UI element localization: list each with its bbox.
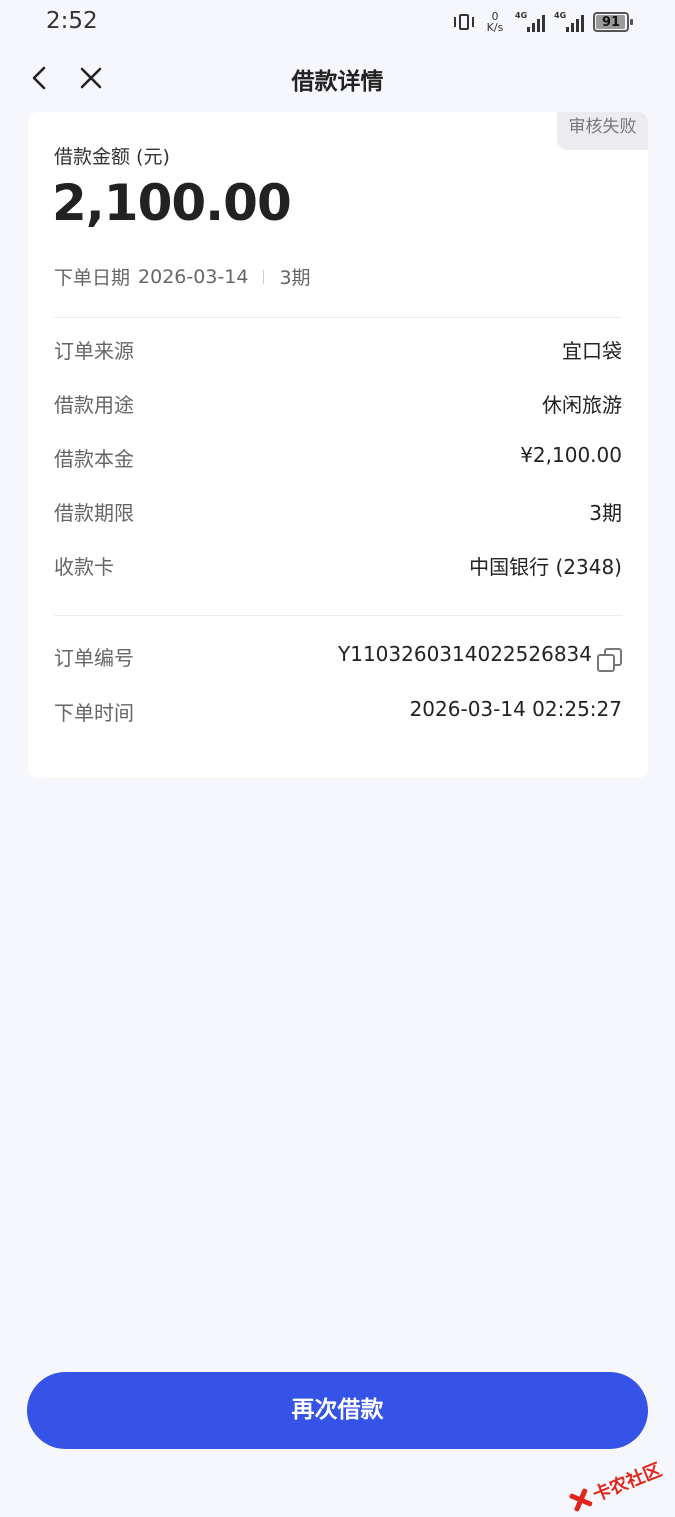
nav-bar: 借款详情 <box>0 50 675 106</box>
detail-value: 中国银行 (2348) <box>469 551 622 580</box>
detail-label: 订单来源 <box>54 335 134 364</box>
signal-type-label: 4G <box>554 12 566 20</box>
detail-label: 收款卡 <box>54 551 114 580</box>
network-speed: 0 K/s <box>484 11 506 33</box>
detail-value: ¥2,100.00 <box>520 443 622 467</box>
order-time-row: 下单时间 2026-03-14 02:25:27 <box>54 697 622 727</box>
borrow-again-button[interactable]: 再次借款 <box>27 1372 648 1449</box>
order-date-label: 下单日期 <box>54 263 130 290</box>
detail-label: 借款本金 <box>54 443 134 472</box>
order-time-label: 下单时间 <box>54 697 134 726</box>
detail-value: 休闲旅游 <box>542 389 622 418</box>
detail-row: 订单来源 宜口袋 <box>54 335 622 365</box>
signal-icon: 4G <box>554 12 584 32</box>
detail-label: 借款用途 <box>54 389 134 418</box>
detail-row: 借款本金 ¥2,100.00 <box>54 443 622 473</box>
signal-icon: 4G <box>515 12 545 32</box>
order-number-row: 订单编号 Y1103260314022526834 <box>54 642 622 672</box>
copy-icon[interactable] <box>596 648 622 672</box>
network-speed-unit: K/s <box>484 22 506 33</box>
status-icons: 0 K/s 4G 4G 91 <box>453 10 629 34</box>
detail-value: 宜口袋 <box>562 335 622 364</box>
amount-label: 借款金额 (元) <box>54 142 170 169</box>
detail-label: 借款期限 <box>54 497 134 526</box>
page-title: 借款详情 <box>0 62 675 96</box>
battery-level: 91 <box>602 15 620 30</box>
order-date: 2026-03-14 <box>138 266 248 288</box>
divider <box>54 317 622 318</box>
divider <box>54 615 622 616</box>
order-meta: 下单日期 2026-03-14 3期 <box>54 263 311 290</box>
detail-value: 3期 <box>589 497 622 526</box>
status-bar: 2:52 0 K/s 4G 4G 91 <box>0 0 675 44</box>
meta-divider <box>263 270 264 284</box>
order-number-label: 订单编号 <box>54 642 134 671</box>
term-short: 3期 <box>279 263 310 290</box>
signal-type-label: 4G <box>515 12 527 20</box>
watermark: 卡农社区 <box>564 1456 665 1517</box>
amount-value: 2,100.00 <box>52 174 291 232</box>
order-number-value: Y1103260314022526834 <box>338 642 592 666</box>
order-time-value: 2026-03-14 02:25:27 <box>410 697 622 721</box>
battery-icon: 91 <box>593 12 629 32</box>
vibrate-icon <box>453 12 475 32</box>
detail-row: 借款用途 休闲旅游 <box>54 389 622 419</box>
status-badge: 审核失败 <box>557 112 648 150</box>
detail-row: 借款期限 3期 <box>54 497 622 527</box>
loan-detail-card: 审核失败 借款金额 (元) 2,100.00 下单日期 2026-03-14 3… <box>28 112 648 778</box>
watermark-text: 卡农社区 <box>589 1456 665 1507</box>
detail-row: 收款卡 中国银行 (2348) <box>54 551 622 581</box>
status-time: 2:52 <box>46 8 98 34</box>
